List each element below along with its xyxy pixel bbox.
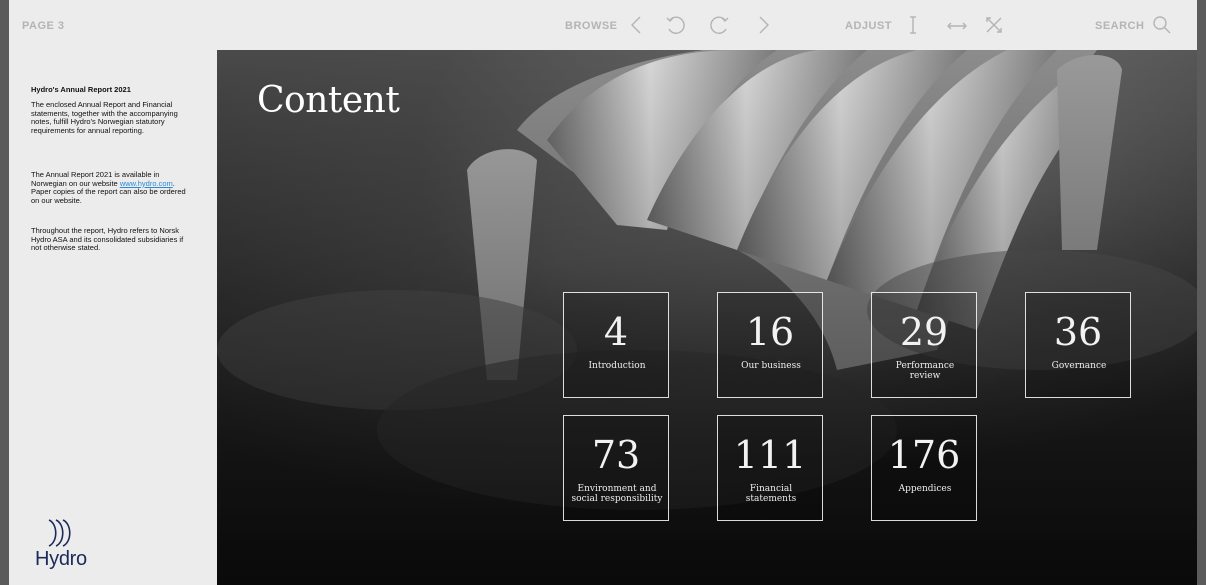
toc-section-label: Appendices: [898, 484, 952, 494]
toc-page-number: 176: [887, 433, 961, 477]
report-page: PAGE 3 BROWSE ADJUST SEARCH Hydro's Annu…: [9, 0, 1197, 585]
toc-tile-governance[interactable]: 36 Governance: [1025, 292, 1131, 398]
hydro-logo-text: Hydro: [35, 548, 87, 570]
viewer-toolbar: PAGE 3 BROWSE ADJUST SEARCH: [9, 0, 1197, 50]
viewer-frame-left: [0, 0, 9, 585]
viewer-frame-right: [1197, 0, 1206, 585]
browse-label: BROWSE: [565, 20, 618, 32]
toc-section-label: Introduction: [588, 361, 646, 371]
toc-page-number: 73: [591, 433, 641, 477]
toc-tile-performance-review[interactable]: 29 Performance review: [871, 292, 977, 398]
rotate-ccw-icon[interactable]: [664, 14, 686, 36]
toc-section-label: Our business: [741, 361, 801, 371]
chevron-right-icon[interactable]: [752, 14, 774, 36]
toc-page-number: 16: [745, 310, 795, 354]
toc-section-label: Performance review: [895, 361, 955, 381]
fit-height-icon[interactable]: [902, 14, 924, 36]
hydro-logo-mark: [48, 519, 71, 547]
sidebar-paragraph-availability: The Annual Report 2021 is available in N…: [31, 170, 191, 206]
search-icon[interactable]: [1151, 14, 1173, 36]
toc-tile-appendices[interactable]: 176 Appendices: [871, 415, 977, 521]
toc-page-number: 36: [1053, 310, 1103, 354]
toc-tile-environment[interactable]: 73 Environment and social responsibility: [563, 415, 669, 521]
toc-tile-introduction[interactable]: 4 Introduction: [563, 292, 669, 398]
website-link[interactable]: www.hydro.com: [120, 179, 173, 188]
toc-page-number: 4: [603, 310, 629, 354]
toc-section-label: Financial statements: [745, 484, 797, 504]
fit-width-icon[interactable]: [946, 14, 968, 36]
sidebar-title: Hydro's Annual Report 2021: [31, 85, 131, 94]
page-indicator: PAGE 3: [22, 20, 65, 32]
toc-tile-our-business[interactable]: 16 Our business: [717, 292, 823, 398]
fullscreen-icon[interactable]: [983, 14, 1005, 36]
report-sidebar: Hydro's Annual Report 2021 The enclosed …: [9, 50, 217, 585]
toc-page-number: 29: [899, 310, 949, 354]
toc-tile-financial-statements[interactable]: 111 Financial statements: [717, 415, 823, 521]
hydro-logo: Hydro: [35, 518, 115, 578]
content-hero: Content 4 Introduction 16 Our business 2…: [217, 50, 1197, 585]
chevron-left-icon[interactable]: [626, 14, 648, 36]
content-title: Content: [257, 80, 400, 121]
toc-page-number: 111: [733, 433, 807, 477]
toc-section-label: Governance: [1051, 361, 1107, 371]
toc-section-label: Environment and social responsibility: [571, 484, 663, 504]
sidebar-paragraph-scope: Throughout the report, Hydro refers to N…: [31, 226, 184, 253]
rotate-cw-icon[interactable]: [709, 14, 731, 36]
search-label[interactable]: SEARCH: [1095, 20, 1144, 32]
adjust-label: ADJUST: [845, 20, 893, 32]
sidebar-paragraph-intro: The enclosed Annual Report and Financial…: [31, 100, 178, 136]
